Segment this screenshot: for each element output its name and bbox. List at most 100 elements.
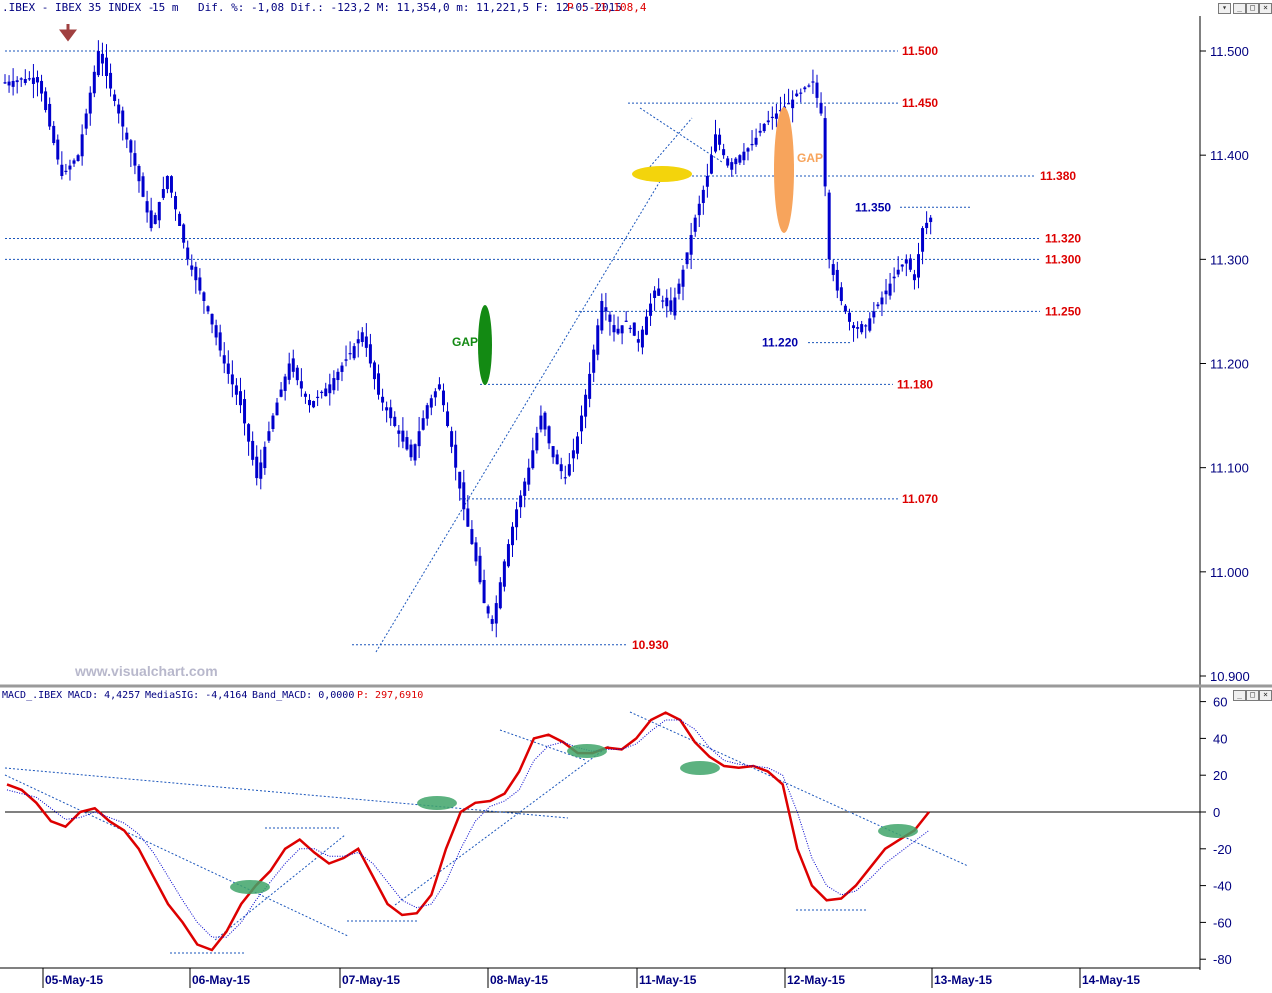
candle-body — [884, 290, 888, 295]
gap-oval-orange — [774, 107, 794, 233]
header-symbol: .IBEX - IBEX 35 INDEX - — [2, 1, 154, 14]
candle-body — [693, 217, 697, 232]
window-close-button[interactable]: × — [1259, 3, 1272, 14]
candle-body — [515, 509, 519, 528]
candle-body — [7, 81, 11, 86]
signal-line — [6, 719, 930, 938]
candle-body — [653, 290, 657, 298]
candle-body — [226, 363, 230, 374]
candle-body — [669, 300, 673, 312]
candle-body — [210, 313, 214, 325]
candle-body — [685, 252, 689, 265]
window-menu-button[interactable]: ▾ — [1218, 3, 1231, 14]
macd-close-button[interactable]: × — [1259, 690, 1272, 701]
candle-body — [665, 297, 669, 307]
candle-body — [900, 264, 904, 267]
candle-body — [218, 332, 222, 351]
candle-body — [92, 71, 96, 94]
candle-body — [640, 329, 644, 348]
candle-body — [429, 398, 433, 408]
macd-maximize-button[interactable]: □ — [1246, 690, 1259, 701]
candle-body — [774, 113, 778, 119]
price-axis-label: 11.100 — [1210, 461, 1249, 476]
gap-oval-green — [478, 305, 492, 385]
window-minimize-button[interactable]: _ — [1233, 3, 1246, 14]
candle-body — [381, 396, 385, 403]
candle-body — [60, 164, 64, 176]
candle-body — [681, 269, 685, 287]
macd-minimize-button[interactable]: _ — [1233, 690, 1246, 701]
candle-body — [417, 431, 421, 447]
candle-body — [137, 165, 141, 182]
price-candle — [632, 322, 636, 337]
candle-body — [44, 91, 48, 111]
candle-body — [701, 189, 705, 204]
candle-body — [616, 328, 620, 334]
candle-body — [612, 325, 616, 333]
candle-body — [446, 411, 450, 426]
candle-body — [303, 393, 307, 397]
candle-body — [364, 336, 368, 348]
candle-body — [263, 446, 267, 469]
x-axis-label: 07-May-15 — [342, 973, 400, 987]
candle-body — [494, 603, 498, 624]
candle-body — [649, 303, 653, 316]
candle-body — [872, 311, 876, 318]
candle-body — [190, 265, 194, 270]
candle-body — [88, 92, 92, 114]
candle-body — [925, 222, 929, 229]
candle-body — [705, 176, 709, 187]
candle-body — [157, 202, 161, 221]
candle-body — [462, 482, 466, 510]
candle-body — [531, 450, 535, 469]
candle-body — [165, 176, 169, 190]
x-axis-label: 14-May-15 — [1082, 973, 1140, 987]
candle-body — [791, 99, 795, 109]
candle-body — [356, 339, 360, 344]
candle-body — [750, 143, 754, 146]
candle-body — [908, 258, 912, 270]
candle-body — [815, 82, 819, 98]
candle-body — [194, 266, 198, 281]
candle-body — [604, 307, 608, 312]
macd-axis-label: 20 — [1213, 768, 1227, 783]
candle-body — [726, 158, 730, 166]
price-axis-label: 11.000 — [1210, 565, 1249, 580]
macd-axis-label: -20 — [1213, 842, 1232, 857]
macd-axis-label: 40 — [1213, 731, 1227, 746]
level-label: 11.350 — [855, 200, 891, 214]
candle-body — [709, 155, 713, 174]
macd-signal: MediaSIG: -4,4164 — [145, 690, 247, 701]
candle-body — [48, 103, 52, 127]
candle-body — [433, 391, 437, 398]
candle-body — [27, 78, 31, 80]
candle-body — [117, 104, 121, 114]
candle-body — [563, 477, 567, 479]
price-candle — [823, 106, 827, 197]
candle-body — [441, 390, 445, 406]
candle-body — [186, 247, 190, 260]
macd-axis-label: -60 — [1213, 915, 1232, 930]
candle-body — [84, 113, 88, 129]
candle-body — [551, 446, 555, 458]
candle-body — [320, 391, 324, 394]
candle-body — [454, 444, 458, 468]
candle-body — [243, 399, 247, 424]
macd-trend-line — [629, 711, 969, 867]
candle-body — [758, 130, 762, 133]
candle-body — [498, 582, 502, 609]
candle-body — [644, 316, 648, 335]
candle-body — [31, 77, 35, 84]
candle-body — [852, 325, 856, 329]
candle-body — [368, 344, 372, 364]
candle-body — [409, 444, 413, 458]
x-axis-label: 08-May-15 — [490, 973, 548, 987]
candle-body — [344, 359, 348, 361]
candle-body — [856, 327, 860, 329]
candle-body — [677, 283, 681, 294]
x-axis-label: 11-May-15 — [639, 973, 697, 987]
candle-body — [360, 332, 364, 342]
candle-body — [348, 353, 352, 355]
candle-body — [72, 160, 76, 164]
window-maximize-button[interactable]: □ — [1246, 3, 1259, 14]
